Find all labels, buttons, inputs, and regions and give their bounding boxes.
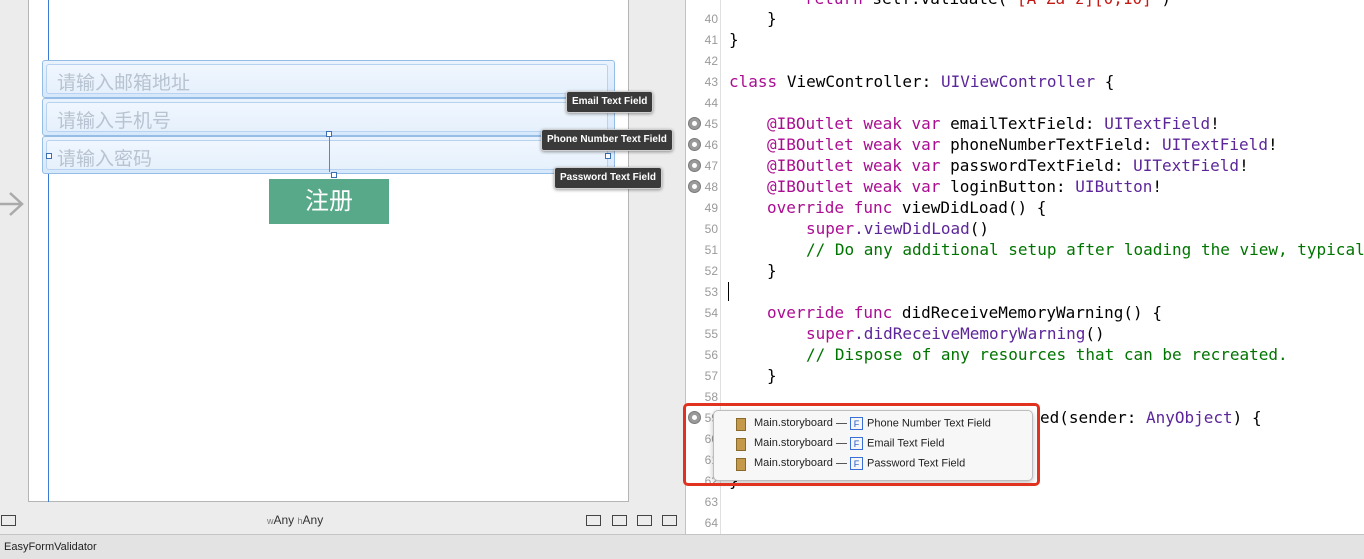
line-number: 63 — [704, 495, 718, 509]
line-number: 53 — [704, 285, 718, 299]
code-line: super.didReceiveMemoryWarning() — [806, 324, 1105, 343]
code-line-outlet: @IBOutlet weak var loginButton: UIButton… — [767, 177, 1162, 196]
code-line: override func didReceiveMemoryWarning() … — [767, 303, 1162, 322]
line-number: 42 — [704, 54, 718, 68]
line-number: 54 — [704, 306, 718, 320]
pin-icon[interactable] — [637, 515, 652, 526]
size-class-control[interactable]: wAny hAny — [267, 513, 323, 527]
line-number: 50 — [704, 222, 718, 236]
code-line: } — [767, 9, 777, 28]
line-number: 58 — [704, 390, 718, 404]
code-line-class-declaration: class ViewController: UIViewController { — [729, 72, 1115, 91]
interface-builder-canvas[interactable]: 请输入邮箱地址 请输入手机号 请输入密码 注册 Email Text Field… — [0, 0, 685, 534]
outlet-connection-icon[interactable] — [688, 138, 701, 151]
resize-handle[interactable] — [326, 131, 332, 137]
line-number: 52 — [704, 264, 718, 278]
document-outline-toggle-icon[interactable] — [1, 515, 16, 526]
code-line-outlet: @IBOutlet weak var phoneNumberTextField:… — [767, 135, 1278, 154]
entry-point-arrow-icon — [0, 192, 24, 216]
code-line-outlet: @IBOutlet weak var emailTextField: UITex… — [767, 114, 1220, 133]
outlet-connection-icon[interactable] — [688, 180, 701, 193]
code-line: } — [729, 30, 739, 49]
line-number: 44 — [704, 96, 718, 110]
line-number: 40 — [704, 12, 718, 26]
email-text-field[interactable]: 请输入邮箱地址 — [42, 60, 615, 98]
code-line: return self.validate("[A-Za-z][0,10]") — [805, 0, 1171, 8]
resize-handle[interactable] — [605, 153, 611, 159]
code-line: override func viewDidLoad() { — [767, 198, 1047, 217]
line-number: 57 — [704, 369, 718, 383]
line-number: 41 — [704, 33, 718, 47]
code-comment: // Do any additional setup after loading… — [806, 240, 1364, 259]
project-name: EasyFormValidator — [4, 541, 97, 553]
align-icon[interactable] — [612, 515, 627, 526]
email-field-label-tag: Email Text Field — [566, 91, 654, 113]
line-number: 55 — [704, 327, 718, 341]
code-line: } — [767, 261, 777, 280]
phone-field-label-tag: Phone Number Text Field — [541, 129, 673, 151]
code-line-action: ed(sender: AnyObject) { — [1040, 408, 1262, 427]
resize-handle[interactable] — [46, 153, 52, 159]
password-field-label-tag: Password Text Field — [554, 167, 662, 189]
line-number: 51 — [704, 243, 718, 257]
password-placeholder: 请输入密码 — [57, 148, 153, 170]
line-number: 56 — [704, 348, 718, 362]
phone-placeholder: 请输入手机号 — [57, 110, 172, 132]
code-line: } — [767, 366, 777, 385]
stack-view-icon[interactable] — [586, 515, 601, 526]
status-bar: EasyFormValidator — [0, 534, 1364, 559]
outlet-connection-icon[interactable] — [688, 159, 701, 172]
code-line-outlet: @IBOutlet weak var passwordTextField: UI… — [767, 156, 1249, 175]
email-placeholder: 请输入邮箱地址 — [57, 72, 191, 94]
outlet-connection-icon[interactable] — [688, 117, 701, 130]
code-line: super.viewDidLoad() — [806, 219, 990, 238]
size-class-bar: wAny hAny — [0, 507, 685, 533]
register-button[interactable]: 注册 — [269, 179, 389, 224]
highlight-annotation-box — [683, 403, 1040, 486]
resolve-auto-layout-icon[interactable] — [662, 515, 677, 526]
text-cursor — [728, 282, 729, 301]
line-number: 49 — [704, 201, 718, 215]
code-comment: // Dispose of any resources that can be … — [806, 345, 1288, 364]
line-number: 64 — [704, 516, 718, 530]
line-number: 43 — [704, 75, 718, 89]
resize-handle[interactable] — [331, 172, 337, 178]
constraint-line — [329, 132, 330, 172]
